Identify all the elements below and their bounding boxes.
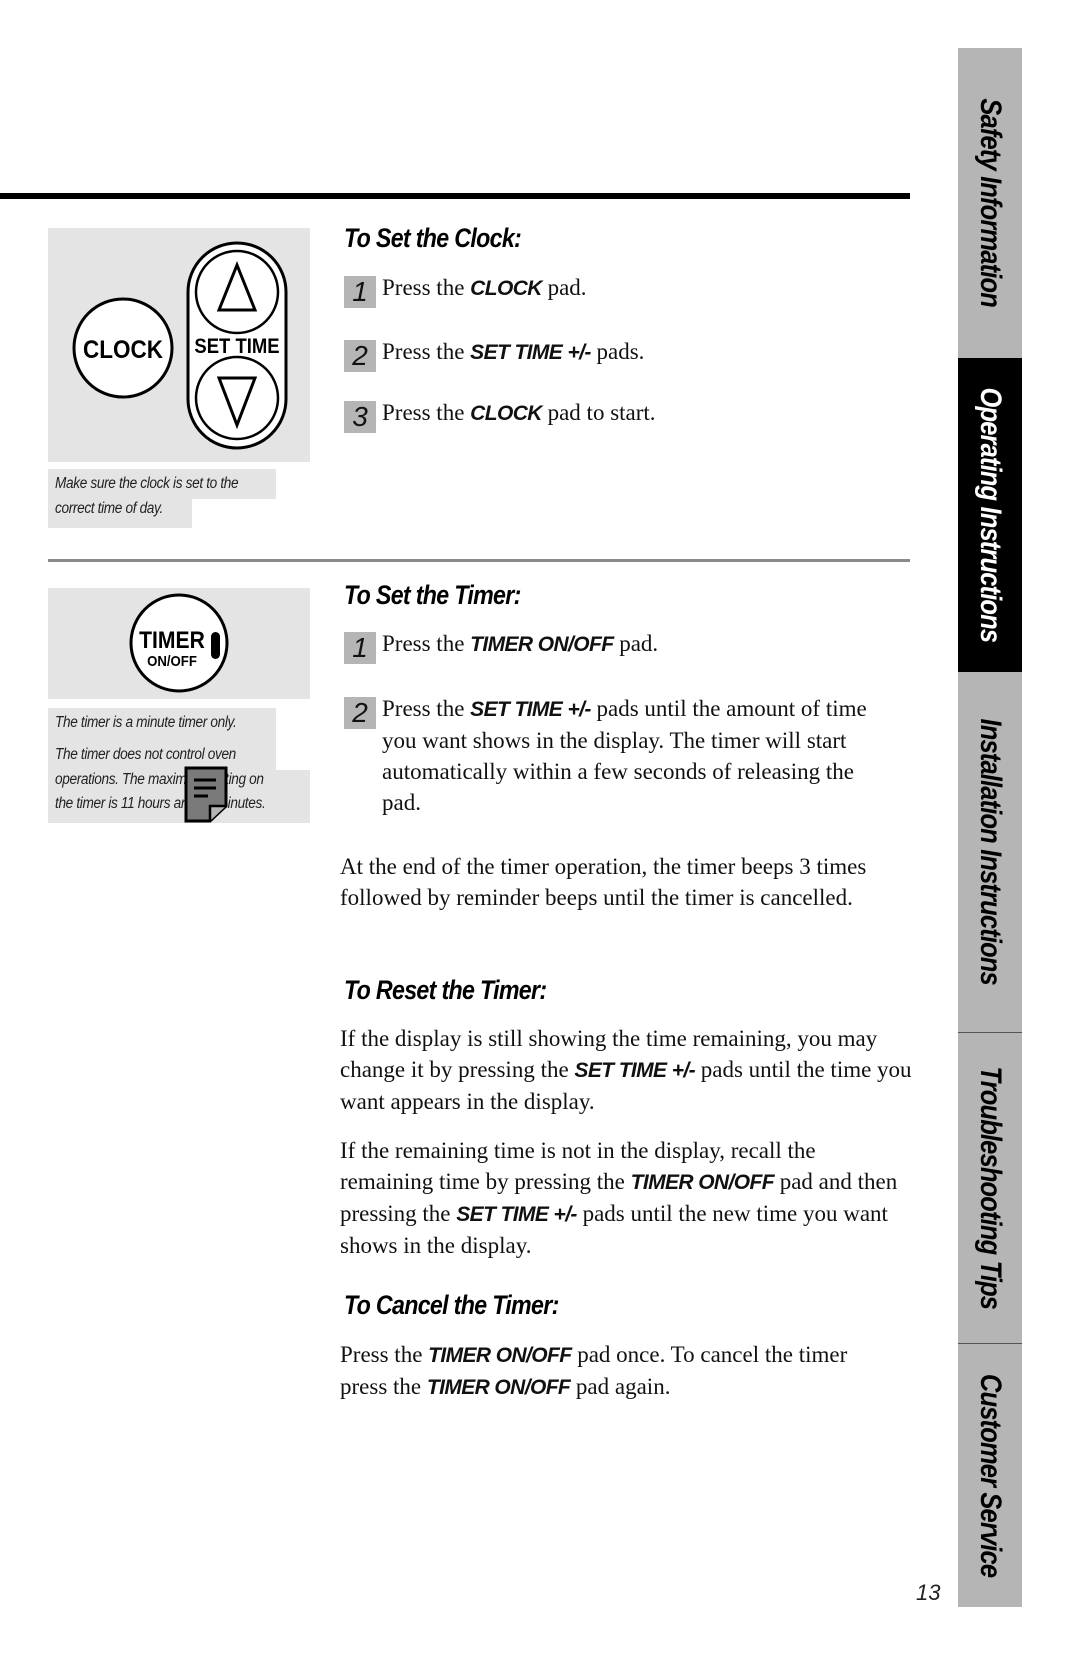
set-timer-heading: To Set the Timer: (344, 580, 521, 610)
reset-paragraph-1: If the display is still showing the time… (340, 1023, 920, 1117)
indicator-light-icon (211, 632, 220, 659)
step-text: Press the (382, 400, 471, 425)
note-icon (184, 766, 228, 823)
timer-step-1: 1 Press the TIMER ON/OFF pad. (344, 628, 912, 664)
page-number: 13 (916, 1580, 941, 1605)
timer-figure: TIMER ON/OFF (48, 588, 310, 699)
timer-control-illustration: TIMER ON/OFF (129, 593, 229, 693)
step-number: 2 (344, 697, 376, 729)
step-text: pad. (613, 631, 659, 656)
timer-caption-line-4: the timer is 11 hours and 59 minutes. (55, 795, 266, 812)
step-number: 3 (344, 401, 376, 433)
para-text: Press the (340, 1342, 429, 1367)
step-text: Press the (382, 696, 471, 721)
set-clock-heading: To Set the Clock: (344, 223, 522, 253)
clock-step-2: 2 Press the SET TIME +/- pads. (344, 336, 912, 372)
step-text: pads. (590, 339, 645, 364)
para-keyword: SET TIME +/- (574, 1059, 695, 1082)
step-keyword: SET TIME +/- (470, 341, 591, 364)
clock-step-1: 1 Press the CLOCK pad. (344, 272, 912, 308)
step-text: Press the (382, 339, 471, 364)
para-keyword: SET TIME +/- (456, 1203, 577, 1226)
timer-caption-line-2: The timer does not control oven (55, 746, 236, 763)
cancel-timer-heading: To Cancel the Timer: (344, 1290, 559, 1320)
step-text: Press the (382, 631, 471, 656)
timer-caption-line-1: The timer is a minute timer only. (55, 714, 237, 731)
tab-label: Safety Information (974, 98, 1007, 308)
tab-label: Operating Instructions (974, 387, 1007, 643)
step-number: 1 (344, 276, 376, 308)
top-rule (0, 193, 910, 199)
reset-timer-heading: To Reset the Timer: (344, 975, 547, 1005)
tab-troubleshooting-tips[interactable]: Troubleshooting Tips (958, 1033, 1022, 1343)
para-keyword: TIMER ON/OFF (428, 1344, 572, 1367)
timer-button-label: TIMER (139, 627, 205, 654)
step-keyword: TIMER ON/OFF (470, 633, 614, 656)
step-keyword: CLOCK (470, 402, 542, 425)
tab-operating-instructions[interactable]: Operating Instructions (958, 358, 1022, 672)
step-number: 1 (344, 632, 376, 664)
clock-step-3: 3 Press the CLOCK pad to start. (344, 397, 912, 433)
clock-control-illustration: CLOCK SET TIME (72, 241, 288, 450)
step-number: 2 (344, 340, 376, 372)
tab-safety-information[interactable]: Safety Information (958, 48, 1022, 358)
clock-caption-line-1: Make sure the clock is set to the (55, 475, 239, 492)
timer-caption-line-3: operations. The maximum setting on (55, 771, 264, 788)
tab-customer-service[interactable]: Customer Service (958, 1344, 1022, 1607)
set-time-label: SET TIME (194, 335, 279, 358)
section-divider (48, 559, 910, 562)
step-keyword: SET TIME +/- (470, 698, 591, 721)
timer-step-2: 2 Press the SET TIME +/- pads until the … (344, 693, 882, 818)
timer-onoff-label: ON/OFF (147, 652, 197, 669)
tab-installation-instructions[interactable]: Installation Instructions (958, 672, 1022, 1032)
clock-figure: CLOCK SET TIME (48, 228, 310, 462)
clock-caption-line-2: correct time of day. (55, 500, 163, 517)
step-text: pad. (541, 275, 587, 300)
step-text: Press the (382, 275, 471, 300)
timer-end-note: At the end of the timer operation, the t… (340, 854, 867, 910)
step-text: pad to start. (541, 400, 656, 425)
para-text: pad again. (570, 1374, 671, 1399)
section-tabs: Safety Information Operating Instruction… (958, 48, 1022, 1607)
para-keyword: TIMER ON/OFF (426, 1376, 571, 1399)
clock-button-label: CLOCK (83, 336, 163, 364)
step-keyword: CLOCK (470, 277, 542, 300)
cancel-paragraph: Press the TIMER ON/OFF pad once. To canc… (340, 1339, 900, 1403)
tab-label: Installation Instructions (974, 718, 1007, 986)
tab-label: Troubleshooting Tips (974, 1066, 1007, 1310)
tab-label: Customer Service (974, 1373, 1007, 1578)
reset-paragraph-2: If the remaining time is not in the disp… (340, 1135, 900, 1261)
para-keyword: TIMER ON/OFF (630, 1171, 775, 1194)
